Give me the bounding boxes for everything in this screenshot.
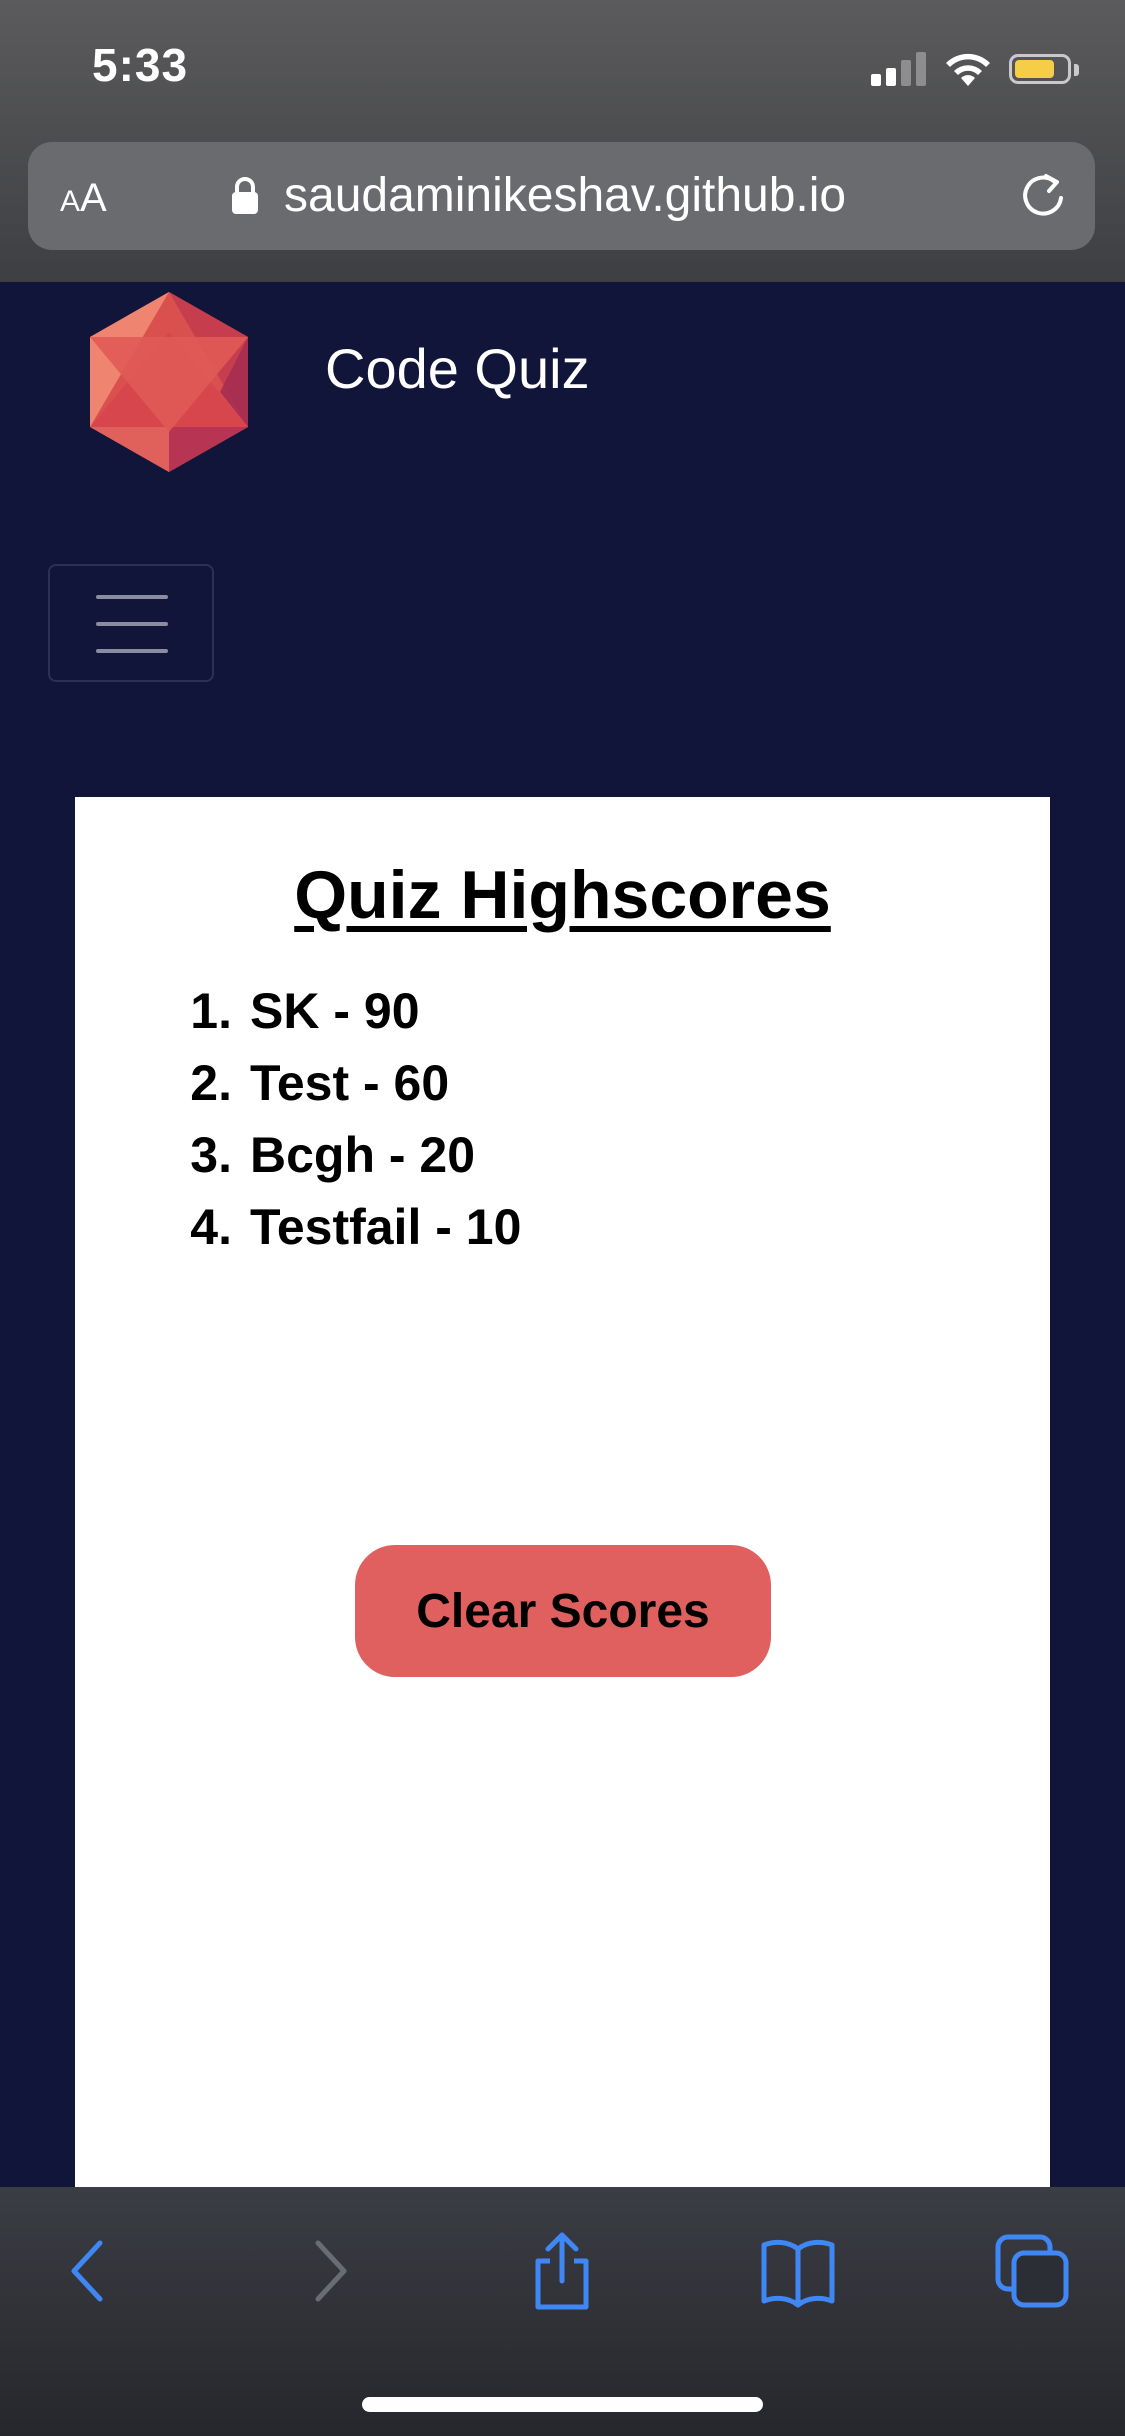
logo-icon [90,292,248,472]
lock-icon [232,177,258,214]
highscores-card: Quiz Highscores 1. SK - 90 2. Test - 60 3.… [75,797,1050,2189]
clear-scores-button[interactable]: Clear Scores [355,1545,771,1677]
page-title: Quiz Highscores [294,857,831,933]
highscores-list: 1. SK - 90 2. Test - 60 3. Bcgh - 20 4. Test… [170,975,870,1263]
score-entry: Test - 60 [250,1055,450,1111]
address-bar[interactable]: AA saudaminikeshav.github.io [28,142,1095,250]
score-entry: Testfail - 10 [250,1199,522,1255]
home-indicator[interactable] [362,2397,763,2412]
status-time: 5:33 [92,39,189,91]
battery-icon [1009,54,1071,84]
tabs-icon[interactable] [992,2231,1072,2311]
site-header: Code Quiz [0,282,1125,802]
wifi-icon [946,53,990,86]
back-icon[interactable] [52,2231,132,2311]
status-icons [871,50,1081,90]
text-size-button[interactable]: AA [60,174,107,222]
browser-top-chrome: 5:33 AA saudaminikeshav.github.io [0,0,1125,282]
forward-icon[interactable] [286,2231,366,2311]
list-item: 3. Bcgh - 20 [190,1127,476,1183]
score-entry: SK - 90 [250,983,420,1039]
list-item: 4. Testfail - 10 [190,1199,522,1255]
reload-icon[interactable] [1015,168,1071,224]
list-item: 2. Test - 60 [190,1055,450,1111]
share-icon[interactable] [522,2231,602,2311]
menu-icon [96,595,168,599]
bookmarks-icon[interactable] [758,2231,838,2311]
signal-icon [871,50,927,86]
menu-button[interactable] [48,564,214,682]
url-text[interactable]: saudaminikeshav.github.io [284,166,846,226]
site-title[interactable]: Code Quiz [325,334,590,404]
score-entry: Bcgh - 20 [250,1127,476,1183]
list-item: 1. SK - 90 [190,983,420,1039]
